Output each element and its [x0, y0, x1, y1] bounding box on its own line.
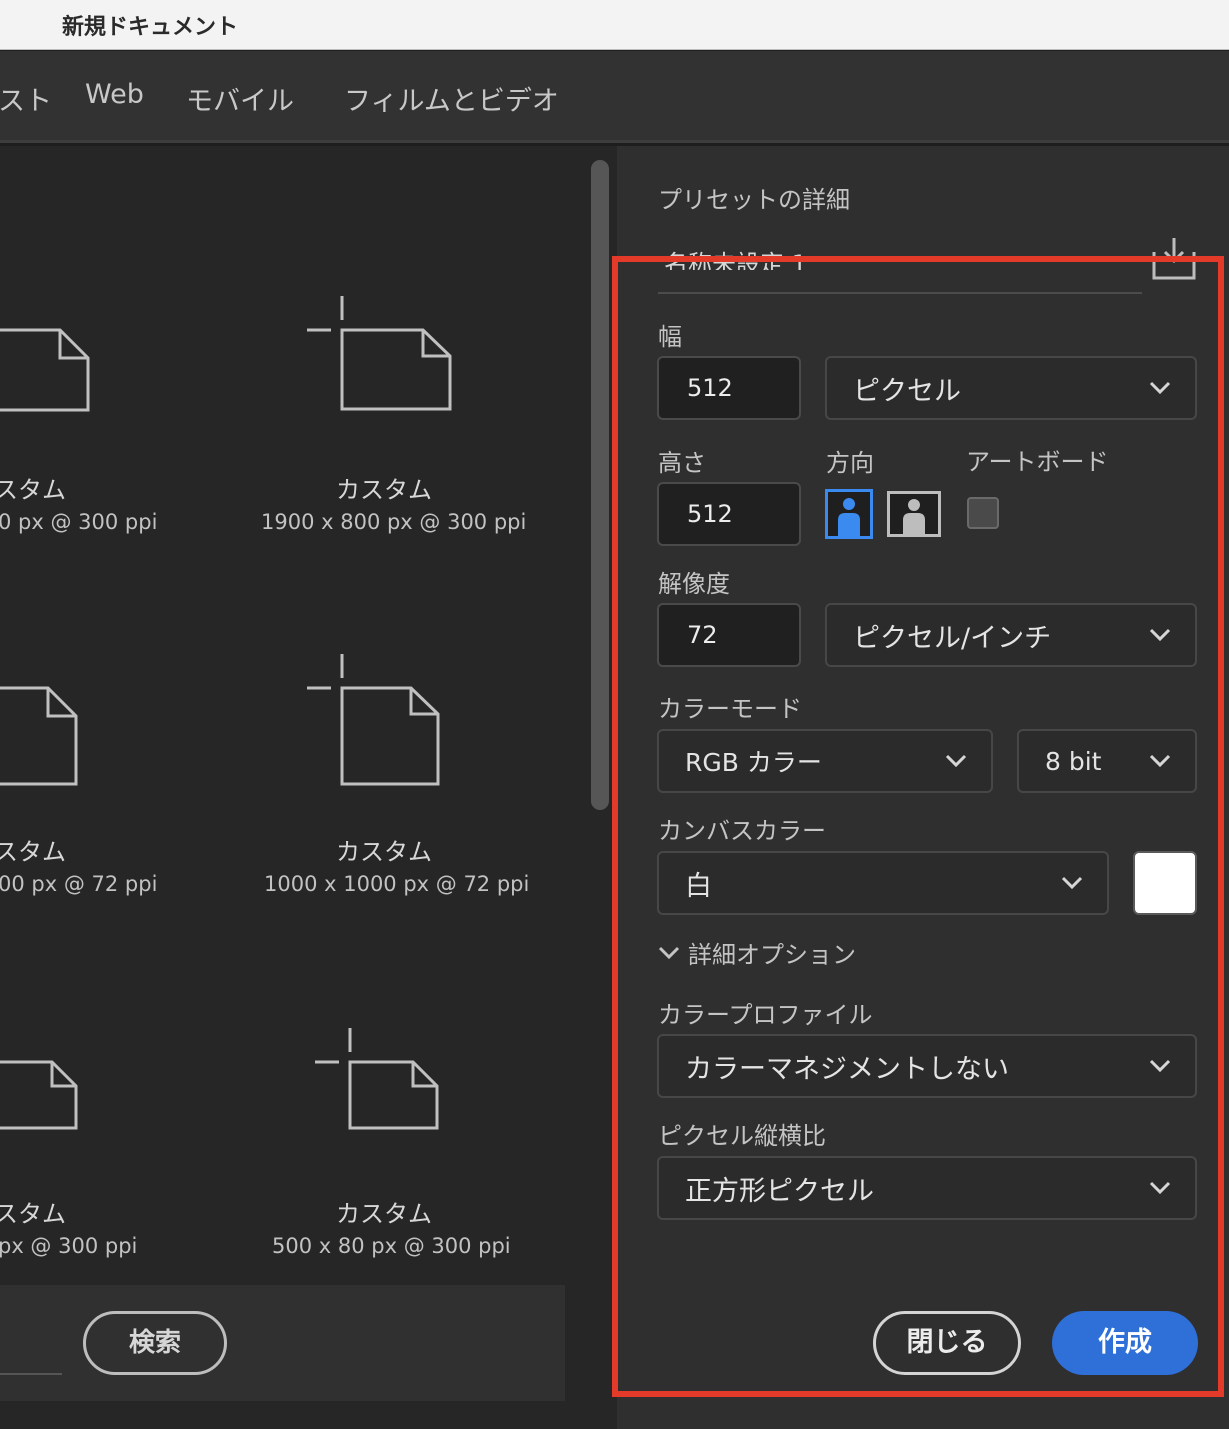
- tab-print[interactable]: スト: [0, 79, 52, 118]
- width-unit-select[interactable]: ピクセル: [825, 356, 1197, 420]
- chevron-down-icon: [1149, 1059, 1171, 1073]
- canvas-color-value: 白: [685, 870, 712, 902]
- preset-size: 0 px @ 300 ppi: [0, 510, 158, 534]
- preset-name: カスタム: [336, 838, 432, 866]
- width-input[interactable]: 512: [657, 356, 801, 420]
- chevron-down-icon: [1061, 876, 1083, 890]
- artboard-checkbox[interactable]: [967, 497, 999, 529]
- preset-size: 500 x 80 px @ 300 ppi: [272, 1234, 511, 1258]
- resolution-label: 解像度: [658, 570, 730, 598]
- title-bar: 新規ドキュメント: [0, 0, 1229, 50]
- advanced-options-toggle[interactable]: 詳細オプション: [658, 935, 856, 970]
- resolution-unit-value: ピクセル/インチ: [853, 622, 1052, 654]
- window-title: 新規ドキュメント: [62, 15, 239, 40]
- tab-film-video[interactable]: フィルムとビデオ: [344, 79, 559, 118]
- chevron-down-icon: [658, 946, 680, 959]
- color-mode-value: RGB カラー: [685, 748, 822, 777]
- height-input[interactable]: 512: [657, 482, 801, 546]
- canvas-color-swatch[interactable]: [1133, 851, 1197, 915]
- preset-size: 1000 x 1000 px @ 72 ppi: [264, 872, 530, 896]
- preset-name: スタム: [0, 1200, 66, 1228]
- search-button[interactable]: 検索: [83, 1311, 227, 1375]
- tab-web[interactable]: Web: [85, 79, 144, 110]
- pixel-aspect-value: 正方形ピクセル: [685, 1175, 874, 1207]
- landscape-orientation-icon[interactable]: [887, 491, 941, 537]
- document-name-field[interactable]: 名称未設定 1: [664, 244, 1134, 270]
- pixel-aspect-select[interactable]: 正方形ピクセル: [657, 1156, 1197, 1220]
- chevron-down-icon: [1149, 1181, 1171, 1195]
- preset-size: 00 px @ 72 ppi: [0, 872, 158, 896]
- tab-mobile[interactable]: モバイル: [186, 79, 294, 118]
- document-icon: [0, 1060, 78, 1130]
- color-profile-value: カラーマネジメントしない: [685, 1053, 1009, 1085]
- resolution-unit-select[interactable]: ピクセル/インチ: [825, 603, 1197, 667]
- color-profile-label: カラープロファイル: [658, 1001, 873, 1029]
- color-profile-select[interactable]: カラーマネジメントしない: [657, 1034, 1197, 1098]
- width-label: 幅: [658, 323, 682, 351]
- save-preset-icon[interactable]: [1151, 238, 1197, 280]
- document-name-underline: [658, 292, 1142, 294]
- preset-name: スタム: [0, 838, 66, 866]
- preset-name: スタム: [0, 476, 66, 504]
- canvas-color-label: カンバスカラー: [658, 817, 826, 845]
- new-document-icon: [315, 1028, 439, 1130]
- preset-details-title: プリセットの詳細: [658, 186, 850, 214]
- color-mode-label: カラーモード: [658, 695, 802, 723]
- canvas-color-select[interactable]: 白: [657, 851, 1109, 915]
- create-button[interactable]: 作成: [1052, 1311, 1198, 1375]
- bit-depth-value: 8 bit: [1045, 746, 1102, 776]
- preset-size: px @ 300 ppi: [0, 1234, 138, 1258]
- chevron-down-icon: [945, 754, 967, 768]
- artboard-label: アートボード: [966, 448, 1109, 476]
- bit-depth-select[interactable]: 8 bit: [1017, 729, 1197, 793]
- height-label: 高さ: [658, 449, 706, 477]
- chevron-down-icon: [1149, 381, 1171, 395]
- color-mode-select[interactable]: RGB カラー: [657, 729, 993, 793]
- search-input[interactable]: [0, 1373, 62, 1375]
- close-button[interactable]: 閉じる: [873, 1311, 1021, 1375]
- preset-grid-scrollbar[interactable]: [591, 160, 609, 810]
- resolution-input[interactable]: 72: [657, 603, 801, 667]
- portrait-orientation-icon[interactable]: [825, 489, 873, 539]
- pixel-aspect-label: ピクセル縦横比: [658, 1122, 826, 1150]
- chevron-down-icon: [1149, 628, 1171, 642]
- new-document-icon: [307, 296, 452, 411]
- width-unit-value: ピクセル: [853, 375, 961, 407]
- document-icon: [0, 328, 90, 412]
- chevron-down-icon: [1149, 754, 1171, 768]
- preset-size: 1900 x 800 px @ 300 ppi: [261, 510, 527, 534]
- category-tab-bar: スト Web モバイル フィルムとビデオ: [0, 51, 1229, 143]
- preset-name: カスタム: [336, 476, 432, 504]
- preset-name: カスタム: [336, 1200, 432, 1228]
- advanced-options-label: 詳細オプション: [688, 941, 856, 969]
- orientation-label: 方向: [826, 449, 874, 477]
- document-icon: [0, 686, 78, 786]
- new-document-icon: [307, 654, 440, 786]
